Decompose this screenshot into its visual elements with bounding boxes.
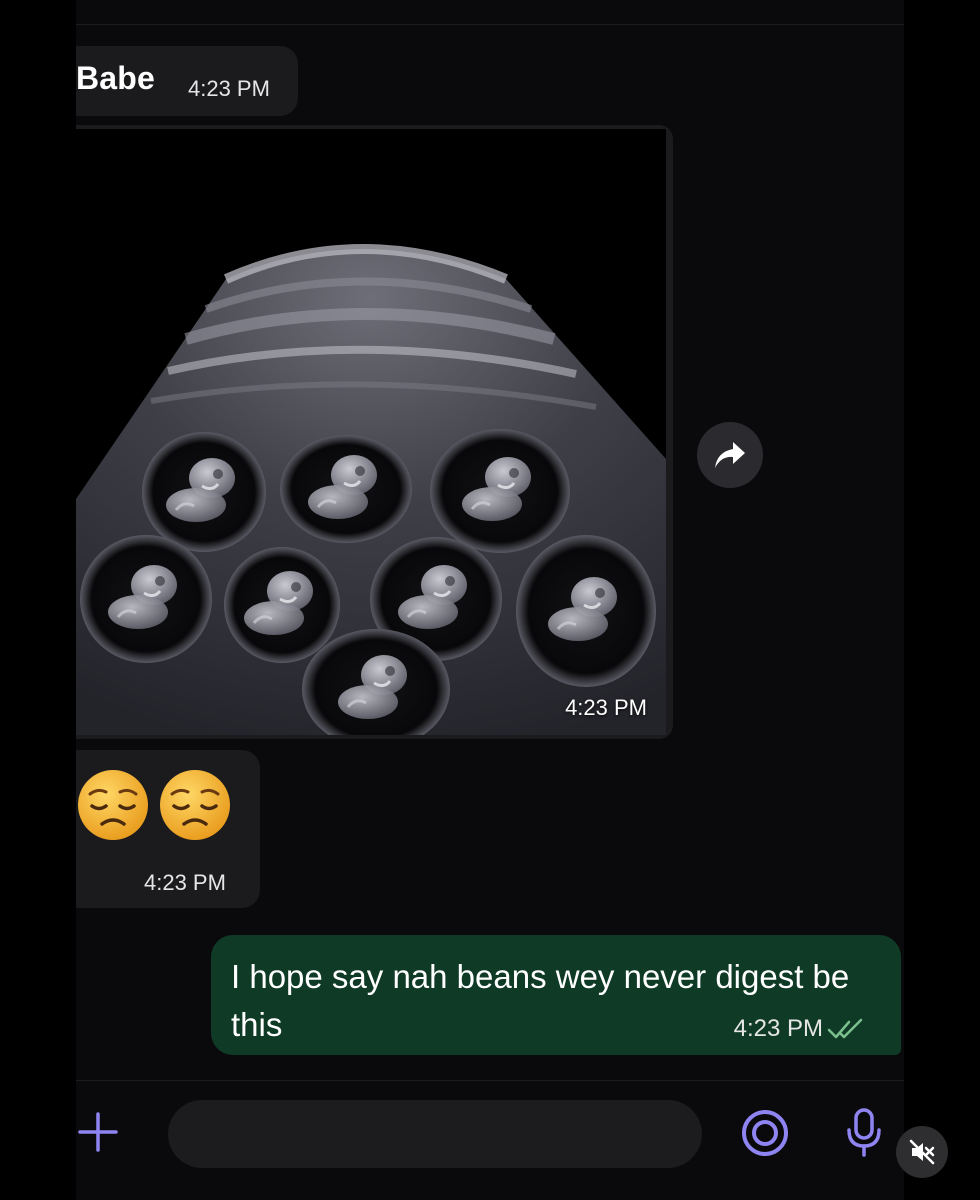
outgoing-message-meta: 4:23 PM — [734, 1015, 865, 1043]
sender-name: Babe — [76, 60, 156, 96]
emoji-timestamp: 4:23 PM — [144, 870, 226, 895]
top-divider — [76, 24, 904, 25]
composer-divider — [76, 1080, 904, 1081]
double-check-icon — [827, 1018, 863, 1039]
emoji-row — [76, 768, 232, 842]
camera-button[interactable] — [740, 1108, 790, 1158]
plus-icon — [78, 1112, 118, 1152]
pensive-face-emoji-icon — [78, 770, 148, 840]
image-timestamp: 4:23 PM — [565, 695, 647, 720]
muted-speaker-icon — [909, 1139, 935, 1165]
chat-screen: Babe 4:23 PM 4:23 PM 4:23 PM I hope say … — [76, 0, 904, 1200]
sender-header-bubble: Babe 4:23 PM — [76, 46, 298, 116]
microphone-icon — [847, 1108, 881, 1157]
sender-timestamp: 4:23 PM — [188, 76, 270, 101]
emoji-message-bubble[interactable]: 4:23 PM — [76, 750, 260, 908]
outgoing-message-bubble[interactable]: I hope say nah beans wey never digest be… — [211, 935, 901, 1055]
forward-arrow-icon — [715, 442, 745, 468]
microphone-button[interactable] — [844, 1108, 884, 1158]
message-input[interactable] — [168, 1100, 702, 1168]
pensive-face-emoji-icon — [160, 770, 230, 840]
ultrasound-image[interactable] — [76, 129, 666, 735]
image-message-bubble[interactable]: 4:23 PM — [76, 125, 673, 739]
add-attachment-button[interactable] — [76, 1110, 120, 1154]
mute-toggle-button[interactable] — [896, 1126, 948, 1178]
forward-button[interactable] — [697, 422, 763, 488]
outgoing-timestamp: 4:23 PM — [733, 1015, 823, 1042]
camera-icon — [742, 1110, 788, 1156]
